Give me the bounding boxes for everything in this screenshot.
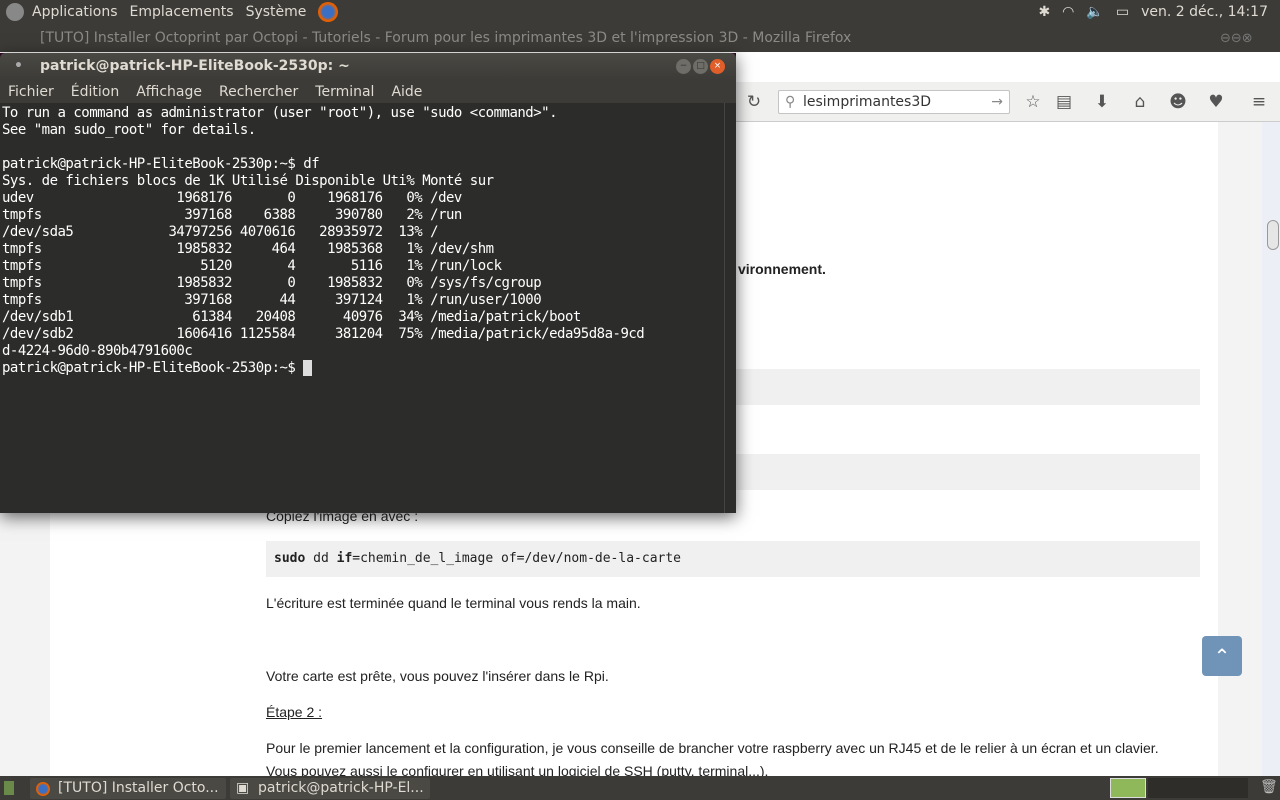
maximize-button[interactable]: □ <box>693 59 708 74</box>
terminal-window[interactable]: • patrick@patrick-HP-EliteBook-2530p: ~ −… <box>0 53 736 513</box>
terminal-prompt: patrick@patrick-HP-EliteBook-2530p:~$ <box>2 360 304 376</box>
close-button[interactable]: × <box>710 59 725 74</box>
workspace-1[interactable] <box>1110 778 1146 798</box>
terminal-menubar: Fichier Édition Affichage Rechercher Ter… <box>0 80 736 103</box>
firefox-launcher-icon[interactable] <box>318 2 339 22</box>
home-icon[interactable]: ⌂ <box>1130 92 1150 112</box>
terminal-line: tmpfs 1985832 464 1985368 1% /dev/shm <box>2 241 494 257</box>
terminal-line: tmpfs 397168 44 397124 1% /run/user/1000 <box>2 292 542 308</box>
battery-icon[interactable]: ▭ <box>1116 4 1129 20</box>
pocket-icon[interactable]: ♥ <box>1206 92 1226 112</box>
menu-terminal[interactable]: Terminal <box>315 84 374 100</box>
reload-icon[interactable]: ↻ <box>744 92 764 112</box>
bookmark-star-icon[interactable]: ☆ <box>1023 92 1043 112</box>
terminal-line: patrick@patrick-HP-EliteBook-2530p:~$ df <box>2 156 320 172</box>
terminal-line: tmpfs 5120 4 5116 1% /run/lock <box>2 258 502 274</box>
top-panel: Applications Emplacements Système ✱ ◠ 🔈 … <box>0 0 1280 24</box>
volume-icon[interactable]: 🔈 <box>1086 4 1103 20</box>
reading-list-icon[interactable]: ▤ <box>1054 92 1074 112</box>
terminal-line: Sys. de fichiers blocs de 1K Utilisé Dis… <box>2 173 494 189</box>
taskbar: [TUTO] Installer Octo... ▣ patrick@patric… <box>0 776 1280 800</box>
terminal-icon: ▣ <box>236 780 250 796</box>
terminal-titlebar[interactable]: • patrick@patrick-HP-EliteBook-2530p: ~ <box>0 53 736 80</box>
task-terminal[interactable]: ▣ patrick@patrick-HP-El... <box>230 778 430 799</box>
paragraph: Votre carte est prête, vous pouvez l'ins… <box>266 668 609 684</box>
workspace-switcher[interactable] <box>1148 778 1248 798</box>
terminal-window-icon: • <box>14 58 23 74</box>
wifi-icon[interactable]: ◠ <box>1062 4 1074 20</box>
menu-affichage[interactable]: Affichage <box>136 84 202 100</box>
terminal-line: tmpfs 397168 6388 390780 2% /run <box>2 207 462 223</box>
terminal-line: /dev/sdb2 1606416 1125584 381204 75% /me… <box>2 326 645 342</box>
menu-applications[interactable]: Applications <box>32 4 118 20</box>
terminal-line: To run a command as administrator (user … <box>2 105 558 121</box>
download-icon[interactable]: ⬇ <box>1092 92 1112 112</box>
ubuntu-logo-icon[interactable] <box>6 3 24 21</box>
menu-emplacements[interactable]: Emplacements <box>130 4 234 20</box>
menu-systeme[interactable]: Système <box>246 4 307 20</box>
step-heading: Étape 2 : <box>266 704 323 720</box>
firefox-icon <box>36 782 50 796</box>
terminal-line: udev 1968176 0 1968176 0% /dev <box>2 190 462 206</box>
terminal-line: tmpfs 1985832 0 1985832 0% /sys/fs/cgrou… <box>2 275 542 291</box>
menu-edition[interactable]: Édition <box>71 84 119 100</box>
terminal-line: d-4224-96d0-890b4791600c <box>2 343 193 359</box>
go-arrow-icon[interactable]: → <box>991 91 1003 113</box>
menu-rechercher[interactable]: Rechercher <box>219 84 298 100</box>
scrollbar-thumb[interactable] <box>1267 220 1279 250</box>
search-input[interactable]: ⚲ lesimprimantes3D → <box>778 90 1010 114</box>
minimize-button[interactable]: − <box>676 59 691 74</box>
chat-icon[interactable]: ☻ <box>1168 92 1188 112</box>
terminal-line: See "man sudo_root" for details. <box>2 122 256 138</box>
paragraph: Pour le premier lancement et la configur… <box>266 740 1159 756</box>
code-block-dd: sudo dd if=chemin_de_l_image of=/dev/nom… <box>266 541 1200 577</box>
firefox-titlebar: [TUTO] Installer Octoprint par Octopi - … <box>0 24 1280 52</box>
bold-text: vironnement. <box>738 261 826 277</box>
terminal-scrollbar[interactable] <box>724 103 736 513</box>
terminal-cursor <box>303 360 313 376</box>
back-to-top-button[interactable]: ⌃ <box>1202 636 1242 676</box>
terminal-output[interactable]: To run a command as administrator (user … <box>0 103 724 513</box>
menu-fichier[interactable]: Fichier <box>8 84 54 100</box>
trash-icon[interactable]: 🗑 <box>1260 779 1278 795</box>
terminal-line: /dev/sdb1 61384 20408 40976 34% /media/p… <box>2 309 581 325</box>
terminal-line: /dev/sda5 34797256 4070616 28935972 13% … <box>2 224 439 240</box>
menu-aide[interactable]: Aide <box>391 84 422 100</box>
firefox-window-controls[interactable]: ⊖⊖⊗ <box>1220 31 1253 46</box>
paragraph: L'écriture est terminée quand le termina… <box>266 595 641 611</box>
bluetooth-icon[interactable]: ✱ <box>1038 4 1050 20</box>
task-firefox[interactable]: [TUTO] Installer Octo... <box>30 778 226 799</box>
show-desktop-icon[interactable] <box>4 781 14 795</box>
search-icon: ⚲ <box>785 94 796 110</box>
clock[interactable]: ven. 2 déc., 14:17 <box>1141 4 1268 20</box>
menu-hamburger-icon[interactable]: ≡ <box>1249 92 1269 112</box>
